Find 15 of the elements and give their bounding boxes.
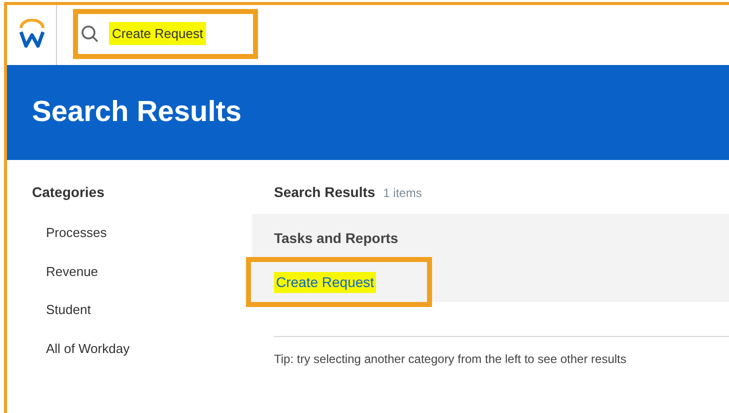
tip-text: Tip: try selecting another category from the left to see other results — [274, 352, 626, 366]
search-value: Create Request — [109, 22, 206, 46]
logo-icon[interactable] — [18, 18, 46, 48]
categories-heading: Categories — [32, 183, 106, 202]
search-icon — [81, 24, 99, 42]
result-link[interactable]: Create Request — [274, 272, 376, 292]
group-heading: Tasks and Reports — [273, 229, 400, 248]
category-link[interactable]: Student — [46, 300, 91, 320]
category-link[interactable]: All of Workday — [46, 338, 130, 358]
results-count: 1 items — [383, 185, 422, 202]
category-link[interactable]: Revenue — [46, 262, 98, 281]
results-heading: Search Results — [274, 183, 376, 202]
category-link[interactable]: Processes — [46, 223, 107, 242]
page-title: Search Results — [32, 94, 242, 130]
search-field[interactable]: Create Request — [73, 14, 258, 54]
